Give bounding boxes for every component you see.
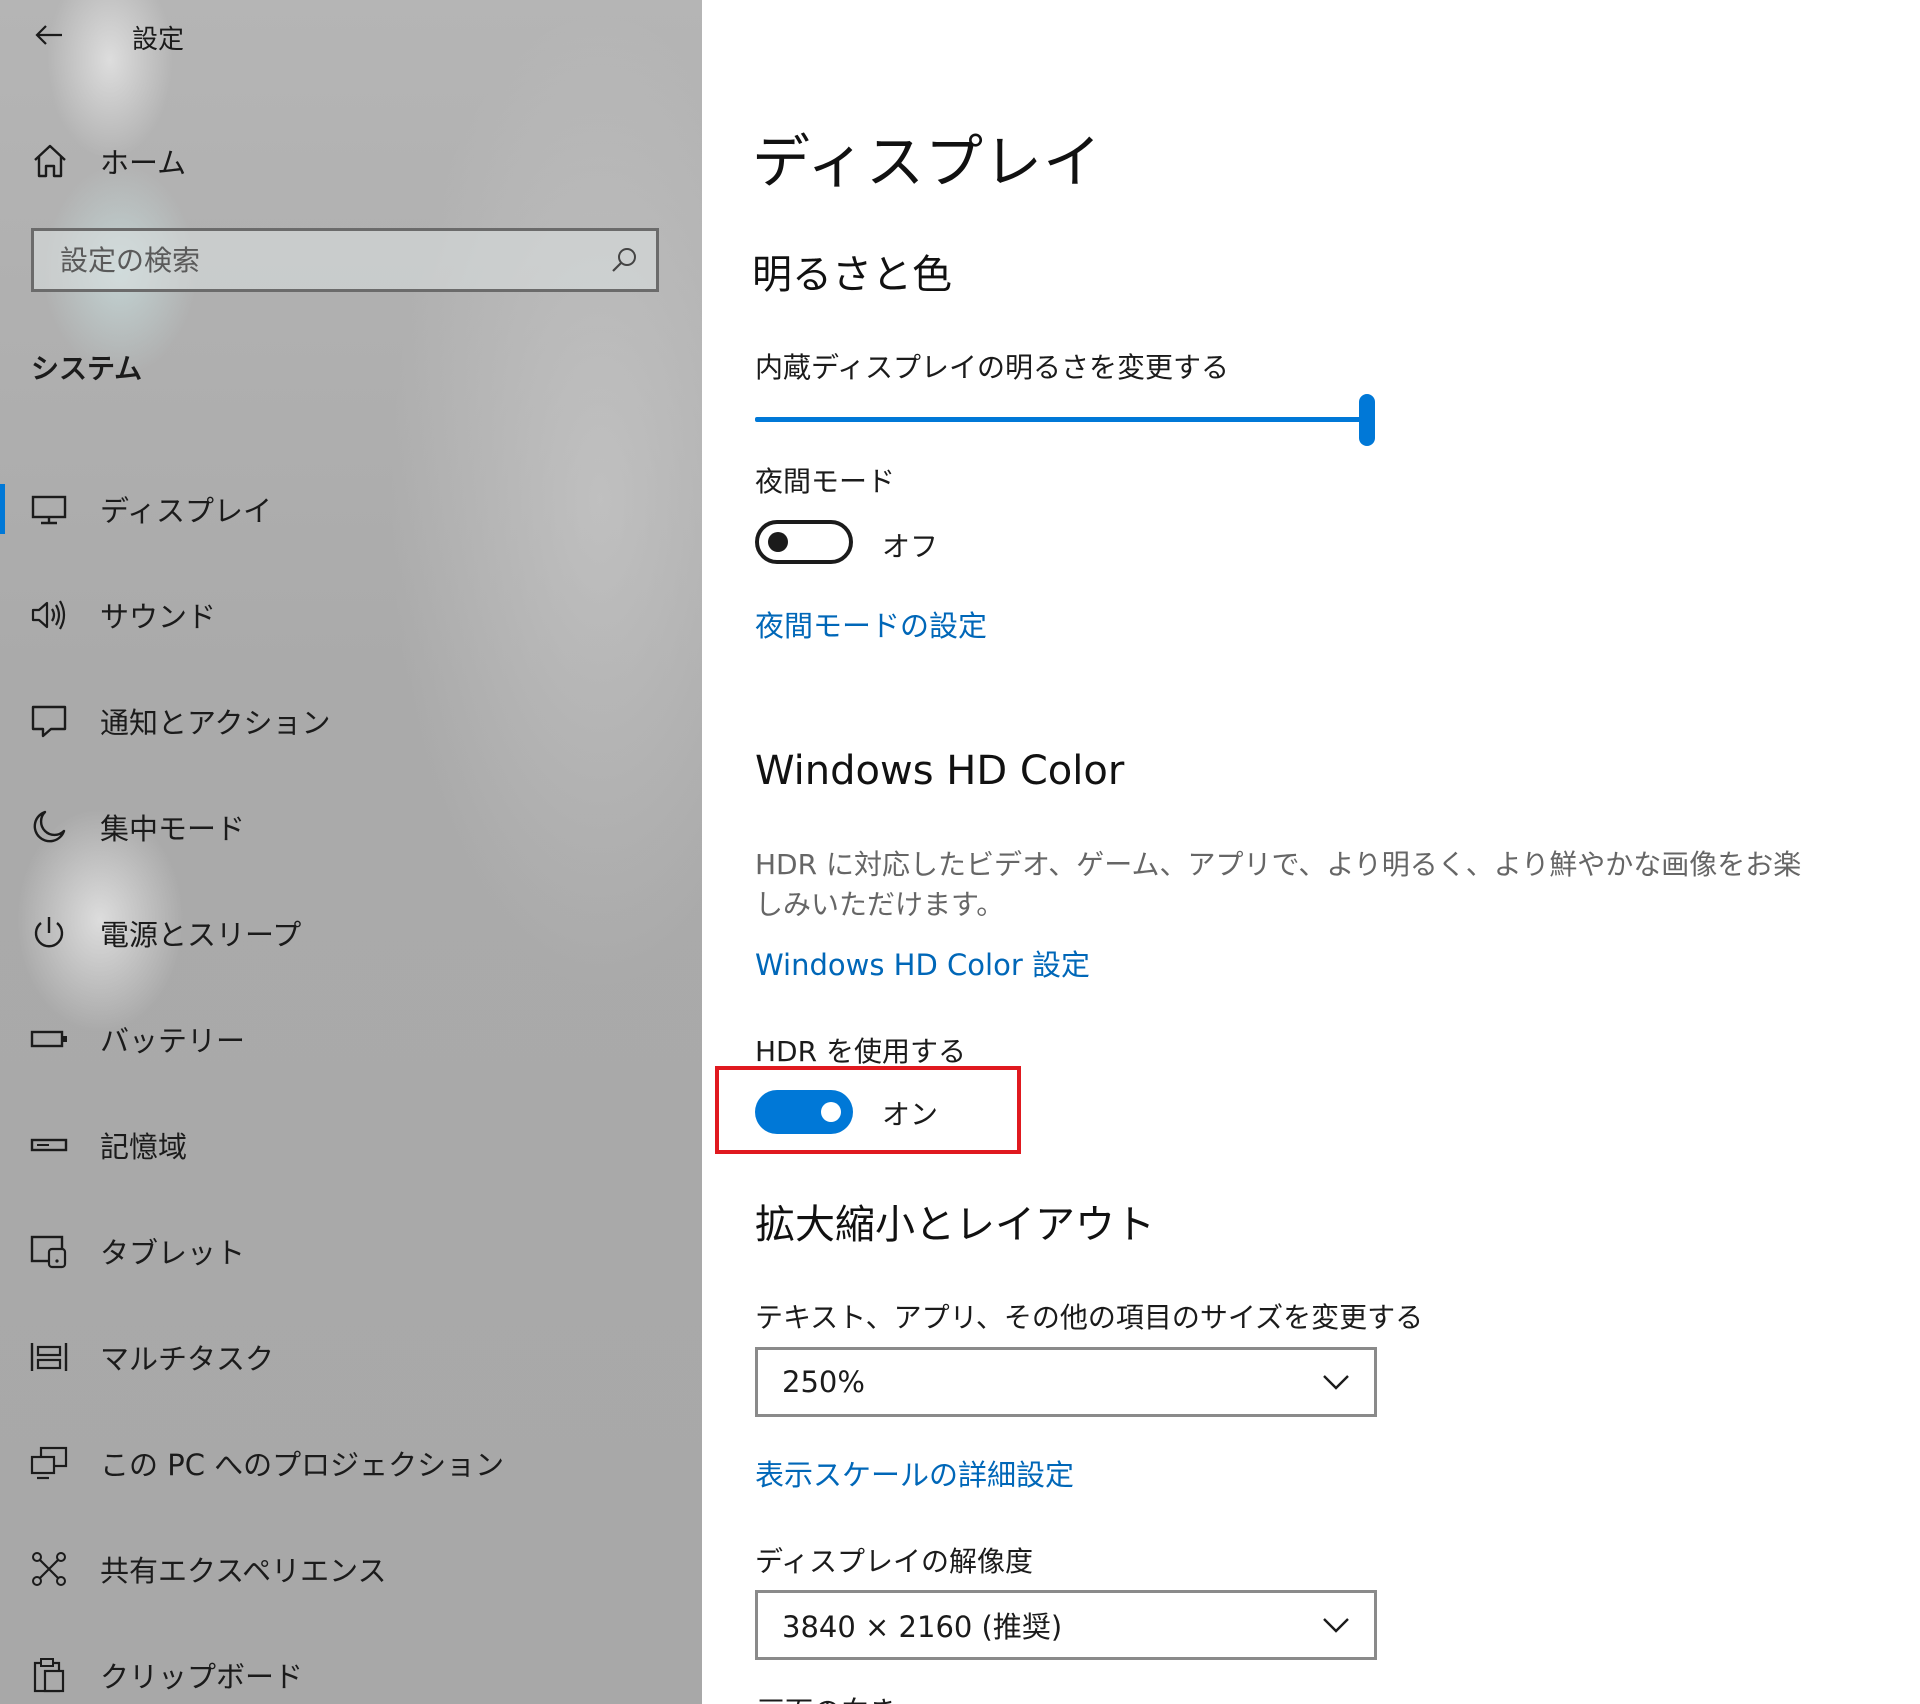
sidebar-item-label: ディスプレイ (100, 494, 272, 528)
home-icon (34, 144, 66, 178)
message-icon (28, 700, 70, 742)
chevron-down-icon (1316, 1605, 1356, 1645)
back-arrow-icon (35, 25, 62, 45)
night-mode-state: オフ (882, 530, 939, 563)
orientation-label-partial: 画面の向き (757, 1692, 897, 1704)
brightness-slider-track (755, 417, 1367, 422)
nav-list: ディスプレイ サウンド 通知とアクション 集中モード 電源とスリープ バッテリー… (0, 456, 702, 1704)
hd-color-settings-link[interactable]: Windows HD Color 設定 (755, 942, 1090, 984)
battery-icon (28, 1018, 70, 1060)
resolution-dropdown[interactable]: 3840 × 2160 (推奨) (755, 1590, 1377, 1660)
sidebar-item-storage[interactable]: 記憶域 (0, 1092, 702, 1198)
sidebar-item-label: マルチタスク (100, 1342, 275, 1376)
home-label: ホーム (100, 146, 187, 180)
main-content: ディスプレイ 明るさと色 内蔵ディスプレイの明るさを変更する 夜間モード オフ … (702, 0, 1920, 1704)
hd-color-description: HDR に対応したビデオ、ゲーム、アプリで、より明るく、より鮮やかな画像をお楽し… (755, 848, 1802, 921)
highlight-box (715, 1066, 1021, 1154)
sidebar-item-battery[interactable]: バッテリー (0, 986, 702, 1092)
search-input[interactable] (58, 230, 608, 290)
sidebar-item-focus[interactable]: 集中モード (0, 774, 702, 880)
sidebar-item-sound[interactable]: サウンド (0, 562, 702, 668)
sidebar-item-label: この PC へのプロジェクション (100, 1448, 505, 1482)
sidebar-item-label: 集中モード (100, 812, 246, 846)
sidebar-item-notifications[interactable]: 通知とアクション (0, 668, 702, 774)
app-title: 設定 (132, 25, 185, 55)
home-nav-item[interactable]: ホーム (30, 136, 186, 186)
resolution-label: ディスプレイの解像度 (755, 1545, 1034, 1578)
brightness-slider-label: 内蔵ディスプレイの明るさを変更する (755, 351, 1230, 384)
sidebar-item-label: 通知とアクション (100, 706, 331, 740)
sidebar-item-power[interactable]: 電源とスリープ (0, 880, 702, 986)
tablet-icon (28, 1230, 70, 1272)
sidebar-item-multitask[interactable]: マルチタスク (0, 1304, 702, 1410)
search-icon[interactable] (608, 244, 640, 276)
section-title: システム (31, 352, 143, 385)
moon-icon (28, 806, 70, 848)
hdr-label: HDR を使用する (755, 1035, 966, 1068)
monitor-icon (28, 488, 70, 530)
projection-icon (28, 1442, 70, 1484)
sidebar-item-projection[interactable]: この PC へのプロジェクション (0, 1410, 702, 1516)
sidebar-item-label: 共有エクスペリエンス (100, 1554, 387, 1588)
chevron-down-icon (1316, 1362, 1356, 1402)
night-mode-settings-link[interactable]: 夜間モードの設定 (755, 603, 987, 645)
hd-color-heading: Windows HD Color (755, 748, 1125, 794)
size-label: テキスト、アプリ、その他の項目のサイズを変更する (755, 1301, 1424, 1334)
brightness-heading: 明るさと色 (752, 252, 952, 298)
power-icon (28, 912, 70, 954)
advanced-scaling-link[interactable]: 表示スケールの詳細設定 (755, 1452, 1074, 1494)
sidebar-item-label: サウンド (100, 600, 217, 634)
sidebar-item-label: 記憶域 (100, 1130, 188, 1164)
scale-dropdown-value: 250% (782, 1365, 865, 1399)
storage-icon (28, 1124, 70, 1166)
page-title: ディスプレイ (752, 128, 1102, 196)
settings-window: 設定 ホーム システム ディスプレイ (0, 0, 1920, 1704)
resolution-dropdown-value: 3840 × 2160 (推奨) (782, 1610, 1063, 1644)
sidebar-item-shared-experiences[interactable]: 共有エクスペリエンス (0, 1516, 702, 1622)
scale-layout-heading: 拡大縮小とレイアウト (755, 1202, 1155, 1248)
sidebar-item-clipboard[interactable]: クリップボード (0, 1622, 702, 1704)
night-mode-label: 夜間モード (755, 465, 896, 498)
brightness-slider[interactable] (755, 394, 1375, 446)
multitask-icon (28, 1336, 70, 1378)
brightness-slider-thumb[interactable] (1359, 394, 1375, 446)
sidebar-item-label: 電源とスリープ (100, 918, 302, 952)
speaker-icon (28, 594, 70, 636)
sidebar-item-tablet[interactable]: タブレット (0, 1198, 702, 1304)
orientation-label: 画面の向き (757, 1692, 897, 1704)
share-icon (28, 1548, 70, 1590)
sidebar: 設定 ホーム システム ディスプレイ (0, 0, 702, 1704)
toggle-knob (768, 532, 788, 552)
sidebar-item-label: バッテリー (100, 1024, 246, 1058)
title-bar: 設定 (0, 0, 702, 70)
scale-dropdown[interactable]: 250% (755, 1347, 1377, 1417)
back-button[interactable] (26, 14, 72, 56)
sidebar-item-label: クリップボード (100, 1660, 304, 1694)
sidebar-item-label: タブレット (100, 1236, 246, 1270)
night-mode-toggle[interactable] (755, 520, 853, 564)
clipboard-icon (28, 1654, 70, 1696)
search-box[interactable] (31, 228, 659, 292)
sidebar-item-display[interactable]: ディスプレイ (0, 456, 702, 562)
